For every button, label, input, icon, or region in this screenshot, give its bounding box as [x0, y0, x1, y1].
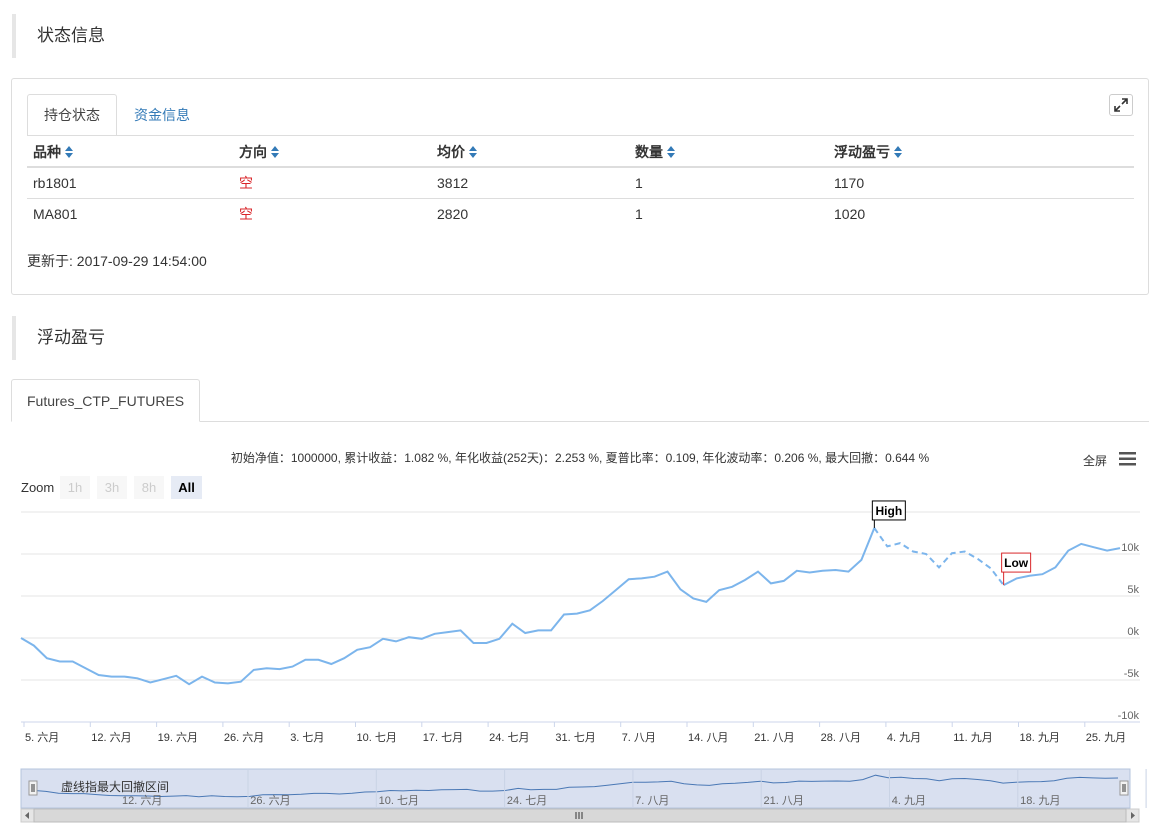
- y-tick-label: -5k: [1124, 668, 1140, 680]
- x-tick-label: 14. 八月: [688, 732, 728, 744]
- series-line-drawdown: [873, 527, 1005, 586]
- y-tick-label: 10k: [1121, 542, 1139, 554]
- navigator-tick-label: 12. 六月: [122, 794, 162, 807]
- navigator-handle-left[interactable]: [28, 780, 38, 796]
- x-tick-label: 7. 八月: [622, 732, 656, 744]
- navigator-tick-label: 4. 九月: [892, 794, 926, 807]
- x-tick-label: 5. 六月: [25, 731, 59, 744]
- series-line: [20, 527, 876, 686]
- scrollbar-thumb[interactable]: [33, 808, 1127, 823]
- high-flag-label: High: [876, 504, 903, 518]
- navigator-tick-label: 10. 七月: [379, 794, 419, 807]
- y-tick-label: 5k: [1127, 584, 1139, 596]
- x-tick-label: 26. 六月: [224, 731, 264, 744]
- navigator-selected: [20, 768, 1131, 809]
- navigator-tick-label: 7. 八月: [635, 795, 669, 807]
- x-tick-label: 12. 六月: [91, 731, 131, 744]
- x-tick-label: 19. 六月: [158, 731, 198, 744]
- navigator-tick-label: 21. 八月: [764, 795, 804, 807]
- navigator-tick-label: 24. 七月: [507, 794, 547, 807]
- x-tick-label: 31. 七月: [555, 731, 595, 744]
- x-tick-label: 11. 九月: [953, 731, 993, 744]
- navigator-note: 虚线指最大回撤区间: [61, 779, 169, 794]
- x-tick-label: 17. 七月: [423, 731, 463, 744]
- navigator-tick-label: 18. 九月: [1020, 794, 1060, 807]
- x-tick-label: 3. 七月: [290, 731, 324, 744]
- x-tick-label: 18. 九月: [1020, 731, 1060, 744]
- x-tick-label: 4. 九月: [887, 731, 921, 744]
- navigator-tick-label: 26. 六月: [250, 794, 290, 807]
- low-flag-label: Low: [1004, 556, 1029, 570]
- x-tick-label: 25. 九月: [1086, 731, 1126, 744]
- x-tick-label: 10. 七月: [357, 731, 397, 744]
- y-tick-label: 0k: [1127, 626, 1139, 638]
- y-tick-label: -10k: [1118, 710, 1140, 722]
- navigator-handle-right[interactable]: [1119, 780, 1129, 796]
- x-tick-label: 28. 八月: [821, 732, 861, 744]
- x-tick-label: 24. 七月: [489, 731, 529, 744]
- pnl-chart: 10k 5k 0k -5k -10k 5. 六月 12. 六月 19. 六月 26. 六月 3. …: [20, 500, 1147, 823]
- x-tick-label: 21. 八月: [754, 732, 794, 744]
